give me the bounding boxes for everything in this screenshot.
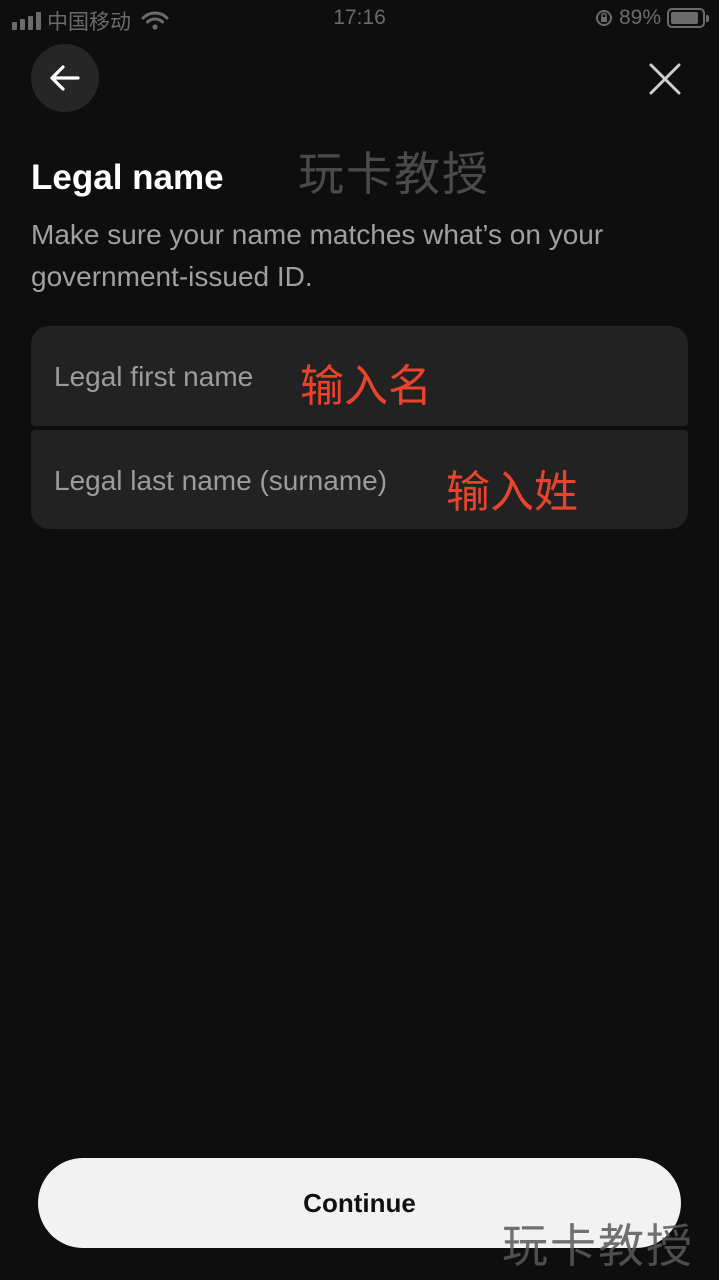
- close-button[interactable]: [640, 54, 690, 104]
- watermark-bottom: 玩卡教授: [502, 1219, 694, 1273]
- status-right: 89%: [595, 6, 709, 30]
- battery-tip: [706, 15, 709, 22]
- first-name-placeholder: Legal first name: [54, 361, 254, 392]
- battery-fill: [671, 12, 698, 24]
- last-name-field[interactable]: Legal last name (surname): [31, 430, 688, 529]
- back-button[interactable]: [31, 44, 99, 112]
- last-name-placeholder: Legal last name (surname): [54, 465, 388, 496]
- legal-name-screen: 中国移动 17:16 89% 玩卡教授 Legal name Make sure…: [0, 0, 719, 1280]
- watermark-top: 玩卡教授: [298, 147, 490, 201]
- arrow-left-icon: [50, 65, 80, 91]
- battery-percent: 89%: [618, 6, 661, 29]
- last-name-annotation: 输入姓: [446, 467, 578, 518]
- close-icon: [649, 63, 681, 95]
- page-subtitle: Make sure your name matches what’s on yo…: [31, 219, 604, 292]
- page-title: Legal name: [31, 158, 224, 197]
- orientation-lock-icon: [595, 10, 612, 26]
- battery-icon: [667, 8, 709, 28]
- first-name-annotation: 输入名: [300, 361, 432, 412]
- status-bar: 中国移动 17:16 89%: [0, 0, 719, 38]
